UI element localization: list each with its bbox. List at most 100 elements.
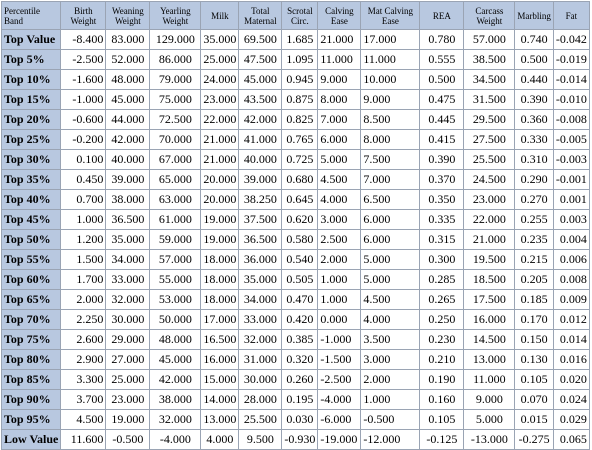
table-cell: 19.000 xyxy=(201,230,239,249)
table-cell: 15.000 xyxy=(201,370,239,389)
table-cell: 34.000 xyxy=(106,250,150,269)
table-cell: 1.000 xyxy=(361,390,420,409)
table-cell: 22.000 xyxy=(201,110,239,129)
table-cell: 0.190 xyxy=(420,370,464,389)
table-cell: 67.000 xyxy=(150,150,201,169)
band-label: Top 55% xyxy=(2,250,61,269)
table-cell: 4.000 xyxy=(201,430,239,449)
table-cell: 57.000 xyxy=(150,250,201,269)
table-cell: 0.335 xyxy=(420,210,464,229)
table-cell: 38.000 xyxy=(106,190,150,209)
table-cell: 11.000 xyxy=(318,50,361,69)
table-cell: 79.000 xyxy=(150,70,201,89)
table-cell: 0.065 xyxy=(553,430,589,449)
table-cell: 25.500 xyxy=(464,150,515,169)
table-cell: 0.445 xyxy=(420,110,464,129)
table-cell: 40.000 xyxy=(239,150,282,169)
table-cell: 0.070 xyxy=(515,390,553,409)
table-cell: 61.000 xyxy=(150,210,201,229)
table-cell: 69.500 xyxy=(239,30,282,49)
table-cell: 35.000 xyxy=(106,230,150,249)
table-cell: 0.235 xyxy=(515,230,553,249)
table-cell: 11.000 xyxy=(464,370,515,389)
table-cell: -0.001 xyxy=(553,170,589,189)
table-cell: 0.470 xyxy=(282,290,318,309)
table-cell: 16.000 xyxy=(201,350,239,369)
table-cell: -0.275 xyxy=(515,430,553,449)
table-row: Top 35% 0.450 39.000 65.000 20.000 39.000 0.68… xyxy=(2,170,589,189)
table-cell: 0.390 xyxy=(515,90,553,109)
table-row: Top 95% 4.500 19.000 32.000 13.000 25.500 0.03… xyxy=(2,410,589,429)
table-row: Top 45% 1.000 36.500 61.000 19.000 37.500 0.62… xyxy=(2,210,589,229)
table-cell: 0.015 xyxy=(515,410,553,429)
table-cell: 0.020 xyxy=(553,370,589,389)
rea-header: REA xyxy=(420,2,464,29)
table-cell: 21.000 xyxy=(318,30,361,49)
table-cell: 35.000 xyxy=(239,270,282,289)
table-cell: 1.700 xyxy=(61,270,106,289)
table-cell: -19.000 xyxy=(318,430,361,449)
band-label: Top 60% xyxy=(2,270,61,289)
table-cell: 5.000 xyxy=(464,410,515,429)
band-label: Top 15% xyxy=(2,90,61,109)
table-cell: -0.600 xyxy=(61,110,106,129)
table-cell: 7.000 xyxy=(361,170,420,189)
table-cell: -0.003 xyxy=(553,150,589,169)
table-cell: 52.000 xyxy=(106,50,150,69)
table-cell: 0.620 xyxy=(282,210,318,229)
table-cell: 6.000 xyxy=(361,230,420,249)
table-cell: 2.000 xyxy=(361,370,420,389)
table-cell: 21.000 xyxy=(464,230,515,249)
table-cell: 129.000 xyxy=(150,30,201,49)
table-cell: 2.500 xyxy=(318,230,361,249)
table-cell: 0.440 xyxy=(515,70,553,89)
table-cell: 0.014 xyxy=(553,330,589,349)
table-cell: 0.004 xyxy=(553,230,589,249)
table-cell: -12.000 xyxy=(361,430,420,449)
table-cell: 19.500 xyxy=(464,250,515,269)
table-cell: 6.000 xyxy=(318,130,361,149)
table-cell: 23.000 xyxy=(201,90,239,109)
band-label: Low Value xyxy=(2,430,61,449)
table-cell: 9.000 xyxy=(464,390,515,409)
table-cell: 0.170 xyxy=(515,310,553,329)
weaning-weight-header: Weaning Weight xyxy=(106,2,150,29)
table-cell: 16.500 xyxy=(201,330,239,349)
table-cell: 1.500 xyxy=(61,250,106,269)
table-cell: 4.000 xyxy=(361,310,420,329)
table-cell: 0.450 xyxy=(61,170,106,189)
table-cell: 0.150 xyxy=(515,330,553,349)
table-cell: 65.000 xyxy=(150,170,201,189)
table-cell: 25.000 xyxy=(201,50,239,69)
table-body: Top Value -8.400 83.000 129.000 35.000 69.500… xyxy=(2,30,589,449)
table-cell: 1.000 xyxy=(318,290,361,309)
table-cell: 0.505 xyxy=(282,270,318,289)
table-cell: 10.000 xyxy=(361,70,420,89)
band-label: Top 50% xyxy=(2,230,61,249)
band-label: Top 20% xyxy=(2,110,61,129)
table-cell: 29.000 xyxy=(106,330,150,349)
table-cell: 2.250 xyxy=(61,310,106,329)
table-cell: 27.000 xyxy=(106,350,150,369)
table-cell: 0.645 xyxy=(282,190,318,209)
table-cell: 32.000 xyxy=(150,410,201,429)
table-cell: 5.000 xyxy=(318,150,361,169)
table-cell: 17.000 xyxy=(361,30,420,49)
table-cell: 0.540 xyxy=(282,250,318,269)
table-cell: 0.725 xyxy=(282,150,318,169)
table-row: Top 65% 2.000 32.000 53.000 18.000 34.000 0.47… xyxy=(2,290,589,309)
table-cell: 0.580 xyxy=(282,230,318,249)
table-cell: 0.105 xyxy=(420,410,464,429)
table-cell: 24.500 xyxy=(464,170,515,189)
table-row: Top 20% -0.600 44.000 72.500 22.000 42.000 0.8… xyxy=(2,110,589,129)
table-cell: 8.000 xyxy=(361,130,420,149)
table-cell: 5.000 xyxy=(361,270,420,289)
table-cell: 0.215 xyxy=(515,250,553,269)
table-cell: -0.500 xyxy=(361,410,420,429)
table-row: Top 70% 2.250 30.000 50.000 17.000 33.000 0.42… xyxy=(2,310,589,329)
table-cell: 42.000 xyxy=(150,370,201,389)
table-cell: 0.195 xyxy=(282,390,318,409)
table-cell: 0.185 xyxy=(515,290,553,309)
table-cell: -4.000 xyxy=(318,390,361,409)
table-row: Top 10% -1.600 48.000 79.000 24.000 45.000 0.9… xyxy=(2,70,589,89)
